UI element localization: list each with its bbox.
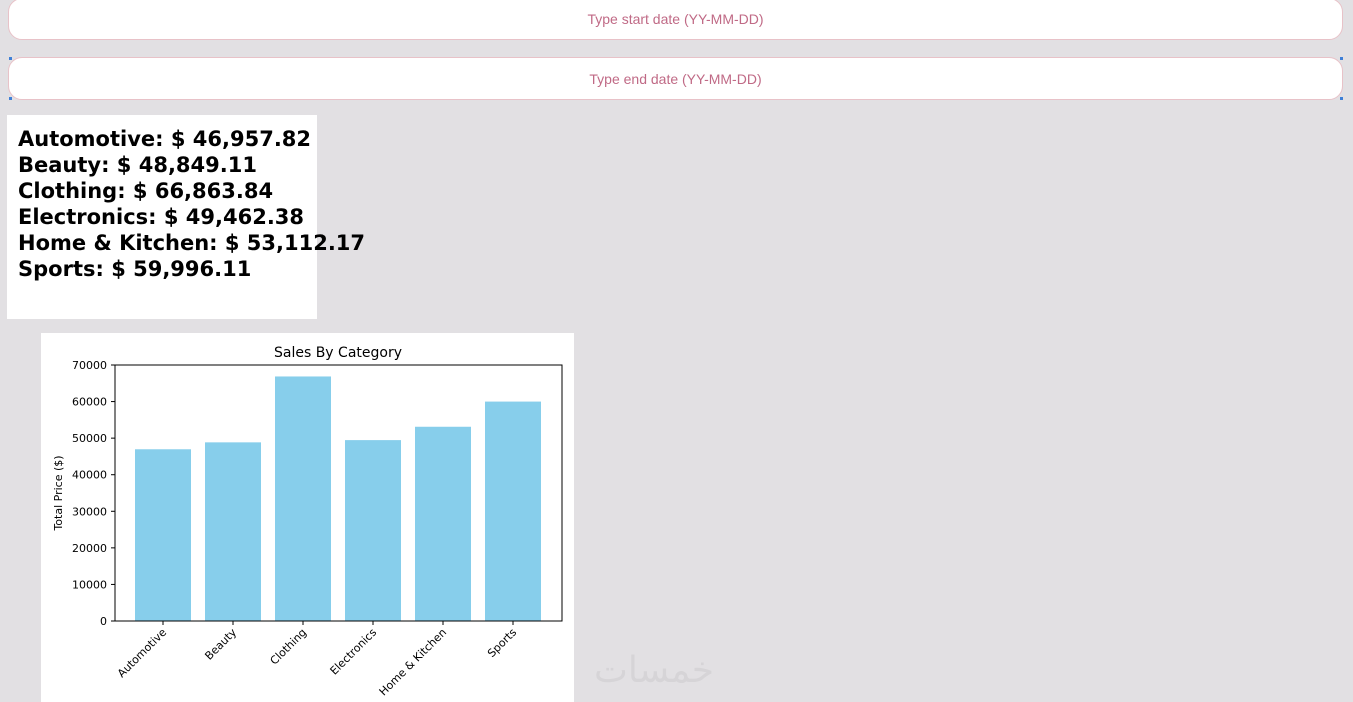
bar-automotive <box>135 449 191 621</box>
y-tick-label: 0 <box>100 615 107 628</box>
total-beauty: Beauty: $ 48,849.11 <box>18 153 257 177</box>
total-home-kitchen: Home & Kitchen: $ 53,112.17 <box>18 231 366 255</box>
x-tick-label: Beauty <box>202 626 239 663</box>
y-tick-label: 60000 <box>72 396 107 409</box>
bar-beauty <box>205 442 261 621</box>
category-totals-panel: Automotive: $ 46,957.82 Beauty: $ 48,849… <box>7 115 366 319</box>
sales-by-category-chart: Sales By Category Total Price ($) 0 10000… <box>52 345 563 698</box>
y-axis-label: Total Price ($) <box>52 455 65 531</box>
bar-sports <box>485 401 541 621</box>
start-date-input[interactable] <box>8 0 1343 40</box>
bar-electronics <box>345 440 401 621</box>
selection-handle <box>9 57 12 60</box>
y-tick-label: 30000 <box>72 505 107 518</box>
y-tick-label: 10000 <box>72 578 107 591</box>
total-clothing: Clothing: $ 66,863.84 <box>18 179 274 203</box>
y-tick-label: 20000 <box>72 542 107 555</box>
sales-chart-image: Sales By Category Total Price ($) 0 10000… <box>41 333 574 702</box>
selection-handle <box>9 97 12 100</box>
total-electronics: Electronics: $ 49,462.38 <box>18 205 305 229</box>
x-tick-label: Automotive <box>115 626 169 680</box>
total-automotive: Automotive: $ 46,957.82 <box>18 127 312 151</box>
x-tick-label: Clothing <box>268 626 310 668</box>
selection-handle <box>1340 97 1343 100</box>
y-tick-label: 40000 <box>72 469 107 482</box>
total-sports: Sports: $ 59,996.11 <box>18 257 252 281</box>
watermark-logo: خمسات <box>594 650 715 691</box>
x-tick-label: Home & Kitchen <box>377 626 449 698</box>
x-tick-label: Electronics <box>328 626 380 678</box>
y-tick-label: 50000 <box>72 432 107 445</box>
selection-handle <box>1340 57 1343 60</box>
end-date-input[interactable] <box>8 57 1343 100</box>
chart-title: Sales By Category <box>274 345 402 361</box>
x-tick-label: Sports <box>485 626 519 660</box>
y-tick-label: 70000 <box>72 359 107 372</box>
bar-home-kitchen <box>415 426 471 621</box>
bar-clothing <box>275 376 331 621</box>
